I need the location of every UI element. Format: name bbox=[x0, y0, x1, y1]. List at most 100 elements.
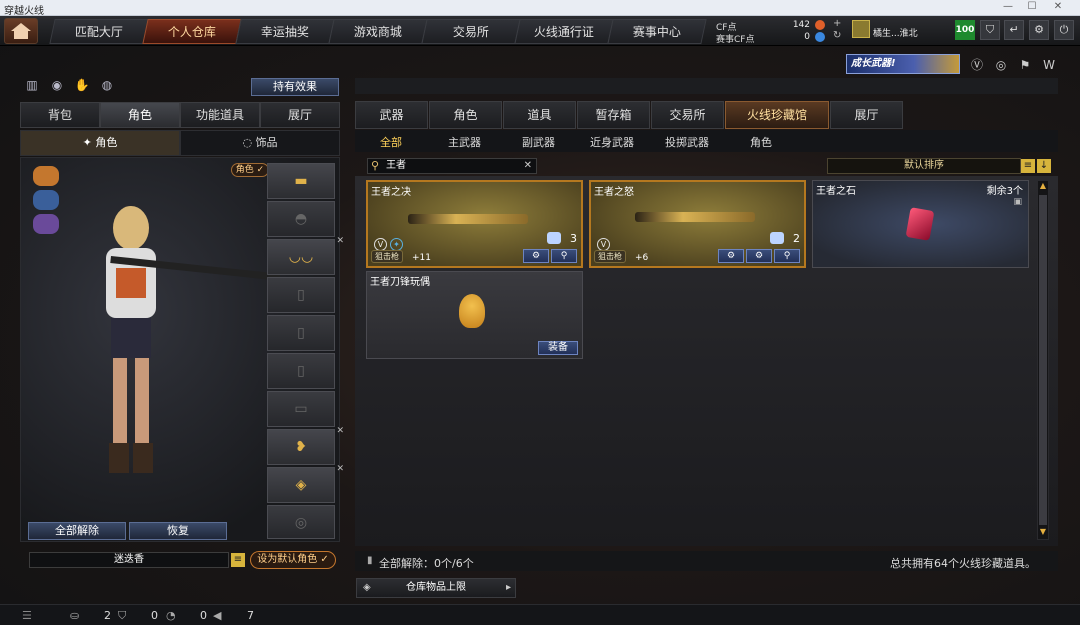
weapon-side-icon[interactable] bbox=[33, 166, 59, 186]
tab-showroom-right[interactable]: 展厅 bbox=[830, 101, 903, 129]
tab-showroom[interactable]: 展厅 bbox=[260, 102, 340, 128]
subtab-primary[interactable]: 主武器 bbox=[448, 134, 481, 150]
restore-button[interactable]: 恢复 bbox=[129, 522, 227, 540]
list-view-icon[interactable]: ≡ bbox=[1021, 159, 1035, 173]
remove-icon[interactable]: ✕ bbox=[336, 236, 344, 246]
nav-tab-match-lobby[interactable]: 匹配大厅 bbox=[49, 19, 149, 44]
item-card[interactable]: 王者之决 V ✦ 3 狙击枪 +11 ⚙ ⚲ bbox=[366, 180, 583, 268]
sort-dropdown[interactable]: 默认排序 bbox=[827, 158, 1021, 174]
character-name: 迷迭香 bbox=[29, 552, 229, 568]
ranking-icon[interactable]: ▥ bbox=[24, 78, 40, 94]
warehouse-limit-button[interactable]: ◈ 仓库物品上限 ▸ bbox=[356, 578, 516, 598]
search-input[interactable]: ⚲ 王者 ✕ bbox=[367, 158, 537, 174]
upgrade-button[interactable]: ⚙ bbox=[523, 249, 549, 263]
slot-primary-weapon[interactable]: ▬ bbox=[267, 163, 335, 199]
slot-other[interactable]: ◎ bbox=[267, 505, 335, 539]
unequip-status: 全部解除：0个/6个 bbox=[379, 557, 474, 570]
inspect-button[interactable]: ⚲ bbox=[774, 249, 800, 263]
avatar[interactable] bbox=[852, 20, 870, 38]
settings-button[interactable]: ⚙ bbox=[746, 249, 772, 263]
sort-direction-icon[interactable]: ↓ bbox=[1037, 159, 1051, 173]
slot-armor[interactable]: ▯ bbox=[267, 315, 335, 351]
clear-search-icon[interactable]: ✕ bbox=[524, 159, 532, 173]
gesture-icon[interactable]: ✋ bbox=[74, 78, 90, 94]
item-card[interactable]: 王者之怒 V 2 狙击枪 +6 ⚙ ⚙ ⚲ bbox=[589, 180, 806, 268]
bag-icon[interactable]: ◍ bbox=[99, 78, 115, 94]
refresh-icon[interactable]: ↻ bbox=[833, 30, 841, 41]
set-default-character-button[interactable]: 设为默认角色 ✓ bbox=[250, 551, 336, 569]
w-logo-icon[interactable]: W bbox=[1040, 56, 1058, 74]
power-icon[interactable]: ⏻ bbox=[1054, 20, 1074, 40]
tab-weapons[interactable]: 武器 bbox=[355, 101, 428, 129]
slot-earring[interactable]: ❥ ✕ bbox=[267, 426, 344, 465]
add-cf-icon[interactable]: + bbox=[833, 18, 841, 29]
chat-count: 0 bbox=[200, 609, 207, 622]
slot-helmet[interactable]: ◓ bbox=[267, 201, 335, 237]
exit-icon[interactable]: ↵ bbox=[1004, 20, 1024, 40]
inspect-button[interactable]: ⚲ bbox=[551, 249, 577, 263]
nav-tab-exchange[interactable]: 交易所 bbox=[421, 19, 521, 44]
remove-icon[interactable]: ✕ bbox=[336, 464, 344, 474]
upgrade-button[interactable]: ⚙ bbox=[718, 249, 744, 263]
remove-icon[interactable]: ✕ bbox=[336, 426, 344, 436]
unequip-all-button[interactable]: 全部解除 bbox=[28, 522, 126, 540]
subtab-accessories[interactable]: ◌ 饰品 bbox=[180, 130, 340, 156]
subtab-secondary[interactable]: 副武器 bbox=[522, 134, 555, 150]
minimize-icon[interactable]: — bbox=[996, 1, 1020, 15]
nav-tab-tournament[interactable]: 赛事中心 bbox=[607, 19, 707, 44]
clan-icon[interactable]: ⛉ bbox=[118, 609, 126, 623]
team-icon[interactable]: ⛀ bbox=[70, 609, 79, 622]
subtab-role[interactable]: 角色 bbox=[750, 134, 772, 150]
subtab-character[interactable]: ✦ 角色 bbox=[20, 130, 180, 156]
slot-backpack[interactable]: ▯ bbox=[267, 353, 335, 389]
nav-tab-lucky-draw[interactable]: 幸运抽奖 bbox=[235, 19, 335, 44]
scroll-thumb[interactable] bbox=[1039, 195, 1047, 525]
slot-vest[interactable]: ▯ bbox=[267, 277, 335, 313]
tab-function-items[interactable]: 功能道具 bbox=[180, 102, 260, 128]
tab-storage-box[interactable]: 暂存箱 bbox=[577, 101, 650, 129]
list-icon[interactable]: ≡ bbox=[231, 553, 245, 567]
tab-collection-hall[interactable]: 火线珍藏馆 bbox=[725, 101, 829, 129]
maximize-icon[interactable]: ☐ bbox=[1020, 1, 1044, 15]
scroll-up-icon[interactable]: ▲ bbox=[1038, 181, 1048, 193]
growth-weapon-banner[interactable]: 成长武器! bbox=[846, 54, 960, 74]
close-icon[interactable]: ✕ bbox=[1046, 1, 1070, 15]
scroll-down-icon[interactable]: ▼ bbox=[1038, 527, 1048, 539]
bookmark-icon: ▮ bbox=[367, 555, 373, 566]
slot-pants[interactable]: ▭ bbox=[267, 391, 335, 427]
slot-glasses[interactable]: ◡◡ ✕ bbox=[267, 236, 344, 275]
collection-total: 总共拥有64个火线珍藏道具。 bbox=[890, 557, 1036, 570]
gear-icon[interactable]: ⚙ bbox=[1029, 20, 1049, 40]
nav-tab-game-mall[interactable]: 游戏商城 bbox=[328, 19, 428, 44]
window-title: 穿越火线 bbox=[4, 6, 44, 17]
flag-icon[interactable]: ⚑ bbox=[1016, 56, 1034, 74]
item-card[interactable]: 王者之石 剩余3个 ▣ bbox=[812, 180, 1029, 268]
globe-icon[interactable]: ◎ bbox=[992, 56, 1010, 74]
tab-characters[interactable]: 角色 bbox=[429, 101, 502, 129]
v-badge-icon[interactable]: Ⓥ bbox=[968, 56, 986, 74]
subtab-melee[interactable]: 近身武器 bbox=[590, 134, 634, 150]
item-card[interactable]: 王者刀锋玩偶 装备 bbox=[366, 271, 583, 359]
menu-icon[interactable]: ☰ bbox=[22, 609, 32, 622]
effects-button[interactable]: 持有效果 bbox=[251, 78, 339, 96]
home-button[interactable] bbox=[4, 18, 38, 44]
items-scrollbar[interactable]: ▲ ▼ bbox=[1037, 180, 1049, 540]
chat-icon[interactable]: ◔ bbox=[166, 609, 176, 622]
equip-button[interactable]: 装备 bbox=[538, 341, 578, 355]
subtab-throwable[interactable]: 投掷武器 bbox=[665, 134, 709, 150]
nav-tab-personal-warehouse[interactable]: 个人仓库 bbox=[142, 19, 242, 44]
left-tabs: 背包 角色 功能道具 展厅 bbox=[20, 102, 340, 128]
nav-tab-battle-pass[interactable]: 火线通行证 bbox=[514, 19, 614, 44]
role-badge[interactable]: 角色 ✓ bbox=[231, 163, 269, 177]
view-icon[interactable]: ◉ bbox=[49, 78, 65, 94]
tab-exchange[interactable]: 交易所 bbox=[651, 101, 724, 129]
tab-character[interactable]: 角色 bbox=[100, 102, 180, 128]
tab-items[interactable]: 道具 bbox=[503, 101, 576, 129]
subtab-all[interactable]: 全部 bbox=[380, 134, 402, 150]
team-count: 2 bbox=[104, 609, 111, 622]
shield-icon[interactable]: ⛉ bbox=[980, 20, 1000, 40]
items-footer: ▮ 全部解除：0个/6个 总共拥有64个火线珍藏道具。 bbox=[355, 551, 1058, 571]
speaker-icon[interactable]: ◀ bbox=[213, 609, 221, 622]
tab-backpack[interactable]: 背包 bbox=[20, 102, 100, 128]
slot-ring[interactable]: ◈ ✕ bbox=[267, 464, 344, 503]
